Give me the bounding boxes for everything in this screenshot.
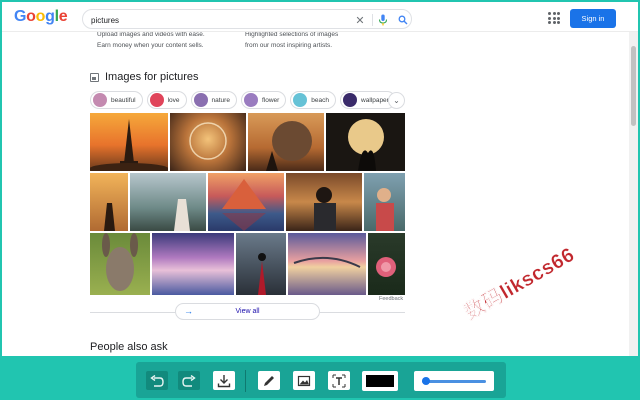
image-result[interactable]: [288, 233, 366, 295]
image-result[interactable]: [208, 173, 284, 231]
chip-label: love: [167, 96, 180, 104]
google-logo[interactable]: Google: [14, 8, 68, 26]
chip-thumbnail: [149, 93, 164, 107]
chip-label: wallpaper: [361, 96, 389, 104]
logo-letter: o: [26, 8, 36, 25]
image-grid: [90, 113, 405, 295]
search-header: Google ✕ Sign in: [2, 2, 638, 32]
snippet-right-line2: from our most inspiring artists.: [245, 42, 333, 49]
chip-nature[interactable]: nature: [190, 91, 237, 109]
chip-flower[interactable]: flower: [240, 91, 287, 109]
view-all-button[interactable]: → View all: [175, 303, 320, 320]
pencil-icon: [264, 375, 274, 386]
pencil-button[interactable]: [258, 371, 280, 390]
chip-beautiful[interactable]: beautiful: [90, 91, 143, 109]
search-divider: [372, 14, 373, 26]
search-box[interactable]: ✕: [82, 9, 412, 29]
snippet-right: Highlighted selections of images from ou…: [245, 29, 338, 51]
arrow-right-icon: →: [184, 306, 193, 316]
images-heading: Images for pictures: [90, 71, 199, 83]
redo-button[interactable]: [178, 371, 200, 390]
stroke-size-slider[interactable]: [414, 371, 494, 391]
chip-label: flower: [261, 96, 280, 104]
logo-letter: e: [58, 8, 68, 25]
chip-love[interactable]: love: [146, 91, 187, 109]
browser-window: Google ✕ Sign in Up: [2, 2, 638, 356]
feedback-link[interactable]: Feedback: [379, 296, 403, 302]
scrollbar[interactable]: [629, 32, 638, 356]
sign-in-button[interactable]: Sign in: [570, 9, 616, 28]
chip-thumbnail: [93, 93, 107, 107]
image-result[interactable]: [170, 113, 246, 171]
redo-icon: [182, 374, 196, 387]
image-result[interactable]: [90, 233, 150, 295]
logo-letter: G: [14, 8, 27, 25]
people-also-ask-heading: People also ask: [90, 341, 168, 353]
undo-button[interactable]: [146, 371, 168, 390]
chip-thumbnail: [243, 93, 258, 107]
slider-track: [422, 380, 486, 383]
text-icon: [332, 374, 346, 387]
search-icon[interactable]: [396, 13, 410, 27]
clear-icon[interactable]: ✕: [353, 13, 367, 27]
images-heading-text: Images for pictures: [105, 71, 199, 83]
image-icon: [90, 72, 99, 82]
image-crop-icon: [297, 375, 311, 386]
apps-grid-icon[interactable]: [548, 12, 560, 24]
chip-label: beautiful: [111, 96, 136, 104]
image-result[interactable]: [90, 173, 128, 231]
logo-letter: o: [35, 8, 46, 25]
image-result[interactable]: [236, 233, 286, 295]
related-chips: beautiful love nature flower beach wallpaper: [90, 91, 396, 109]
toolbar-separator: [245, 370, 246, 392]
image-result[interactable]: [326, 113, 405, 171]
view-all-label: View all: [235, 308, 260, 315]
logo-letter: g: [45, 8, 55, 25]
image-result[interactable]: [130, 173, 206, 231]
search-input[interactable]: [91, 13, 341, 27]
image-result[interactable]: [368, 233, 405, 295]
image-result[interactable]: [152, 233, 234, 295]
chip-thumbnail: [293, 93, 308, 107]
image-result[interactable]: [90, 113, 168, 171]
chip-thumbnail: [343, 93, 358, 107]
image-crop-button[interactable]: [293, 371, 315, 390]
download-button[interactable]: [213, 371, 235, 390]
stroke-color-picker[interactable]: [362, 371, 398, 391]
microphone-icon[interactable]: [376, 13, 390, 27]
chip-label: nature: [211, 96, 230, 104]
color-swatch: [366, 375, 394, 387]
text-tool-button[interactable]: [328, 371, 350, 390]
undo-icon: [150, 374, 164, 387]
image-result[interactable]: [248, 113, 324, 171]
chip-beach[interactable]: beach: [290, 91, 337, 109]
chip-label: beach: [311, 96, 330, 104]
download-icon: [217, 374, 231, 387]
chip-thumbnail: [193, 93, 208, 107]
snippet-left-line2: Earn money when your content sells.: [97, 42, 204, 49]
image-result[interactable]: [286, 173, 362, 231]
scrollbar-thumb[interactable]: [631, 46, 636, 126]
snippet-left: Upload images and videos with ease. Earn…: [97, 29, 205, 51]
chevron-down-icon[interactable]: ⌄: [388, 92, 405, 109]
annotation-toolbar: [136, 362, 506, 398]
slider-handle[interactable]: [422, 377, 431, 385]
image-result[interactable]: [364, 173, 405, 231]
